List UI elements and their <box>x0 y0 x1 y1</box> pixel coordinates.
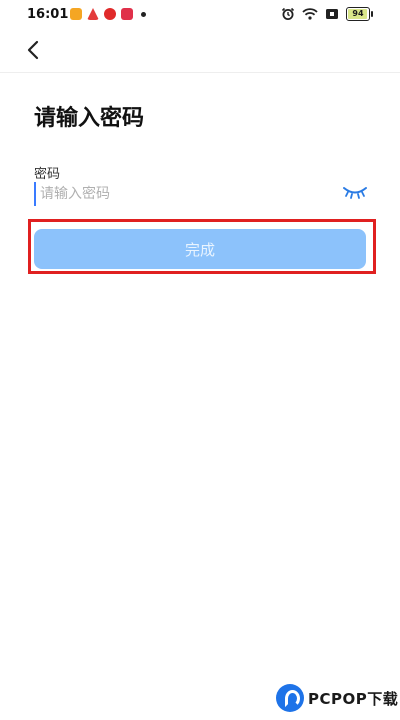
app-notification-icon <box>121 8 133 20</box>
system-icons: 94 <box>281 7 373 21</box>
watermark: PCPOP下载 <box>276 684 398 712</box>
pcpop-logo-icon <box>276 684 304 712</box>
done-button[interactable]: 完成 <box>34 229 366 269</box>
app-notification-icon <box>87 8 99 20</box>
app-notification-icon <box>104 8 116 20</box>
more-notifications-icon <box>141 11 146 17</box>
nav-bar <box>0 30 400 73</box>
battery-text: 94 <box>352 9 364 18</box>
notification-icons <box>70 8 146 20</box>
wifi-icon <box>302 8 318 20</box>
eye-closed-icon[interactable] <box>342 184 368 200</box>
app-notification-icon <box>70 8 82 20</box>
status-bar: 16:01 94 <box>0 0 400 30</box>
back-button[interactable] <box>20 36 48 64</box>
password-input[interactable] <box>34 182 336 206</box>
alarm-icon <box>281 7 295 20</box>
sim-icon <box>326 9 338 19</box>
status-time: 16:01 <box>27 7 69 22</box>
password-label: 密码 <box>34 167 61 182</box>
battery-icon: 94 <box>346 7 373 21</box>
page-title: 请输入密码 <box>34 106 145 131</box>
chevron-left-icon <box>27 40 39 60</box>
watermark-text: PCPOP下载 <box>308 689 399 708</box>
